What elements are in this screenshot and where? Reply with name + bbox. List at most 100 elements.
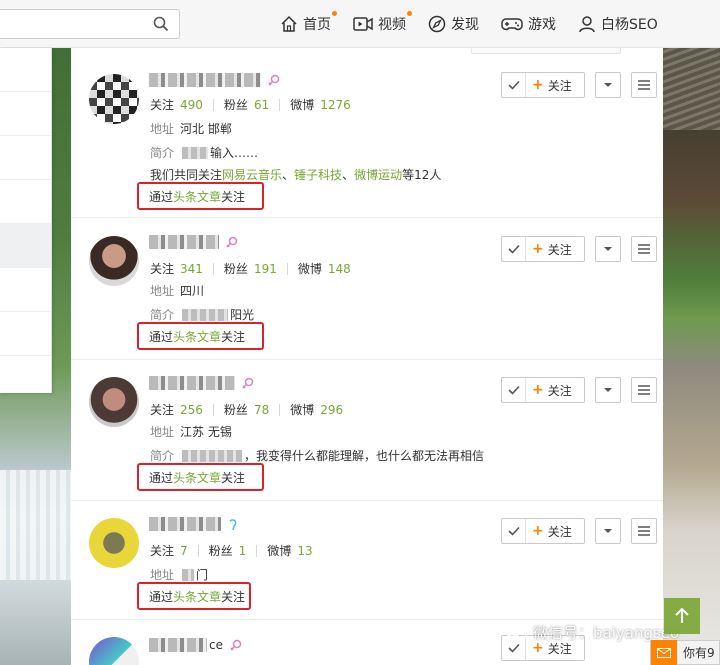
follow-button-label: 关注 bbox=[547, 383, 572, 398]
following-label: 关注 bbox=[150, 403, 175, 417]
search-icon[interactable] bbox=[153, 16, 169, 35]
user-name[interactable]: ce bbox=[149, 637, 243, 653]
follow-button[interactable]: + 关注 bbox=[501, 518, 585, 544]
plus-icon: + bbox=[532, 382, 544, 398]
left-panel-row[interactable] bbox=[0, 180, 51, 224]
follow-button[interactable]: + 关注 bbox=[501, 72, 585, 98]
dropdown-button[interactable] bbox=[595, 377, 621, 403]
address-value: 江苏 无锡 bbox=[180, 425, 232, 439]
weibo-count[interactable]: 296 bbox=[320, 403, 343, 417]
following-label: 关注 bbox=[150, 544, 175, 558]
fans-label: 粉丝 bbox=[223, 262, 248, 276]
message-count-text: 你有9 bbox=[683, 646, 715, 660]
check-icon bbox=[502, 73, 526, 97]
follow-source-highlight: 通过 头条文章 关注 bbox=[137, 582, 251, 610]
fans-label: 粉丝 bbox=[208, 544, 233, 558]
common-link[interactable]: 锤子科技 bbox=[294, 166, 342, 183]
user-name[interactable] bbox=[149, 516, 241, 532]
address-label: 地址 bbox=[150, 284, 175, 298]
intro-line: 简介 ，我变得什么都能理解，也什么都无法再相信 bbox=[150, 447, 484, 464]
via-prefix: 通过 bbox=[149, 470, 174, 485]
intro-line: 简介 阳光 bbox=[150, 306, 254, 323]
common-link[interactable]: 微博运动 bbox=[354, 166, 402, 183]
following-count[interactable]: 7 bbox=[180, 544, 188, 558]
left-panel-row[interactable] bbox=[0, 92, 51, 136]
user-name[interactable] bbox=[149, 234, 239, 250]
left-panel-row[interactable] bbox=[0, 136, 51, 180]
weibo-label: 微博 bbox=[267, 544, 292, 558]
follow-button[interactable]: + 关注 bbox=[501, 377, 585, 403]
nav-games[interactable]: 游戏 bbox=[501, 14, 556, 34]
fans-label: 粉丝 bbox=[223, 403, 248, 417]
user-name-tail: ce bbox=[209, 638, 223, 652]
main-nav: 首页 视频 发现 游戏 白杨SEO bbox=[280, 0, 680, 48]
user-icon bbox=[579, 16, 595, 33]
avatar[interactable] bbox=[89, 74, 139, 124]
via-suffix: 关注 bbox=[221, 589, 246, 604]
via-link[interactable]: 头条文章 bbox=[173, 188, 221, 205]
left-panel-row[interactable] bbox=[0, 312, 51, 356]
dropdown-button[interactable] bbox=[595, 236, 621, 262]
left-panel-row[interactable] bbox=[0, 268, 51, 312]
follow-source-highlight: 通过 头条文章 关注 bbox=[137, 182, 264, 210]
weibo-count[interactable]: 148 bbox=[328, 262, 351, 276]
caret-down-icon bbox=[604, 529, 612, 533]
via-link[interactable]: 头条文章 bbox=[173, 328, 221, 345]
common-link[interactable]: 网易云音乐 bbox=[222, 166, 282, 183]
user-stats: 关注 341 粉丝 191 微博 148 bbox=[150, 260, 351, 277]
left-panel-row[interactable] bbox=[0, 48, 51, 92]
avatar[interactable] bbox=[89, 377, 139, 427]
menu-icon bbox=[638, 244, 650, 254]
video-icon bbox=[353, 17, 373, 31]
left-panel-row-selected[interactable] bbox=[0, 224, 51, 268]
caret-down-icon bbox=[604, 388, 612, 392]
avatar[interactable] bbox=[89, 518, 139, 568]
user-name[interactable] bbox=[149, 72, 281, 88]
arrow-up-icon bbox=[675, 607, 689, 623]
following-count[interactable]: 490 bbox=[180, 98, 203, 112]
fans-count[interactable]: 1 bbox=[239, 544, 247, 558]
list-header-strip bbox=[71, 48, 663, 58]
fans-count[interactable]: 78 bbox=[254, 403, 269, 417]
following-count[interactable]: 256 bbox=[180, 403, 203, 417]
nav-profile[interactable]: 白杨SEO bbox=[578, 14, 658, 34]
address-value: 门 bbox=[196, 568, 209, 582]
plus-icon: + bbox=[532, 523, 544, 539]
left-dropdown-panel bbox=[0, 48, 52, 393]
nav-video[interactable]: 视频 bbox=[353, 11, 412, 34]
follow-button[interactable]: + 关注 bbox=[501, 236, 585, 262]
menu-button[interactable] bbox=[631, 72, 657, 98]
nav-home-dot bbox=[332, 11, 337, 16]
address-label: 地址 bbox=[150, 425, 175, 439]
back-to-top-button[interactable] bbox=[664, 598, 700, 634]
user-actions: + 关注 bbox=[501, 72, 657, 98]
nav-discover[interactable]: 发现 bbox=[428, 14, 479, 34]
search-input[interactable] bbox=[0, 10, 140, 38]
via-link[interactable]: 头条文章 bbox=[173, 469, 221, 486]
via-prefix: 通过 bbox=[149, 189, 174, 204]
via-link[interactable]: 头条文章 bbox=[173, 588, 221, 605]
menu-button[interactable] bbox=[631, 236, 657, 262]
fans-count[interactable]: 191 bbox=[254, 262, 277, 276]
dropdown-button[interactable] bbox=[595, 72, 621, 98]
intro-label: 简介 bbox=[150, 146, 175, 160]
fans-count[interactable]: 61 bbox=[254, 98, 269, 112]
menu-button[interactable] bbox=[631, 377, 657, 403]
background-right-house bbox=[660, 0, 720, 665]
male-icon bbox=[229, 519, 237, 531]
user-name[interactable] bbox=[149, 375, 255, 391]
follow-source-highlight: 通过 头条文章 关注 bbox=[137, 463, 264, 491]
home-icon bbox=[281, 15, 297, 32]
follow-button-label: 关注 bbox=[547, 242, 572, 257]
weibo-count[interactable]: 13 bbox=[297, 544, 312, 558]
list-filter-box[interactable] bbox=[471, 48, 621, 54]
weibo-count[interactable]: 1276 bbox=[320, 98, 351, 112]
search-box[interactable] bbox=[0, 9, 180, 39]
avatar[interactable] bbox=[89, 236, 139, 286]
nav-home[interactable]: 首页 bbox=[280, 11, 337, 34]
avatar[interactable] bbox=[89, 637, 139, 665]
following-count[interactable]: 341 bbox=[180, 262, 203, 276]
message-notification-bar[interactable]: 你有9 bbox=[650, 640, 720, 665]
menu-button[interactable] bbox=[631, 518, 657, 544]
dropdown-button[interactable] bbox=[595, 518, 621, 544]
